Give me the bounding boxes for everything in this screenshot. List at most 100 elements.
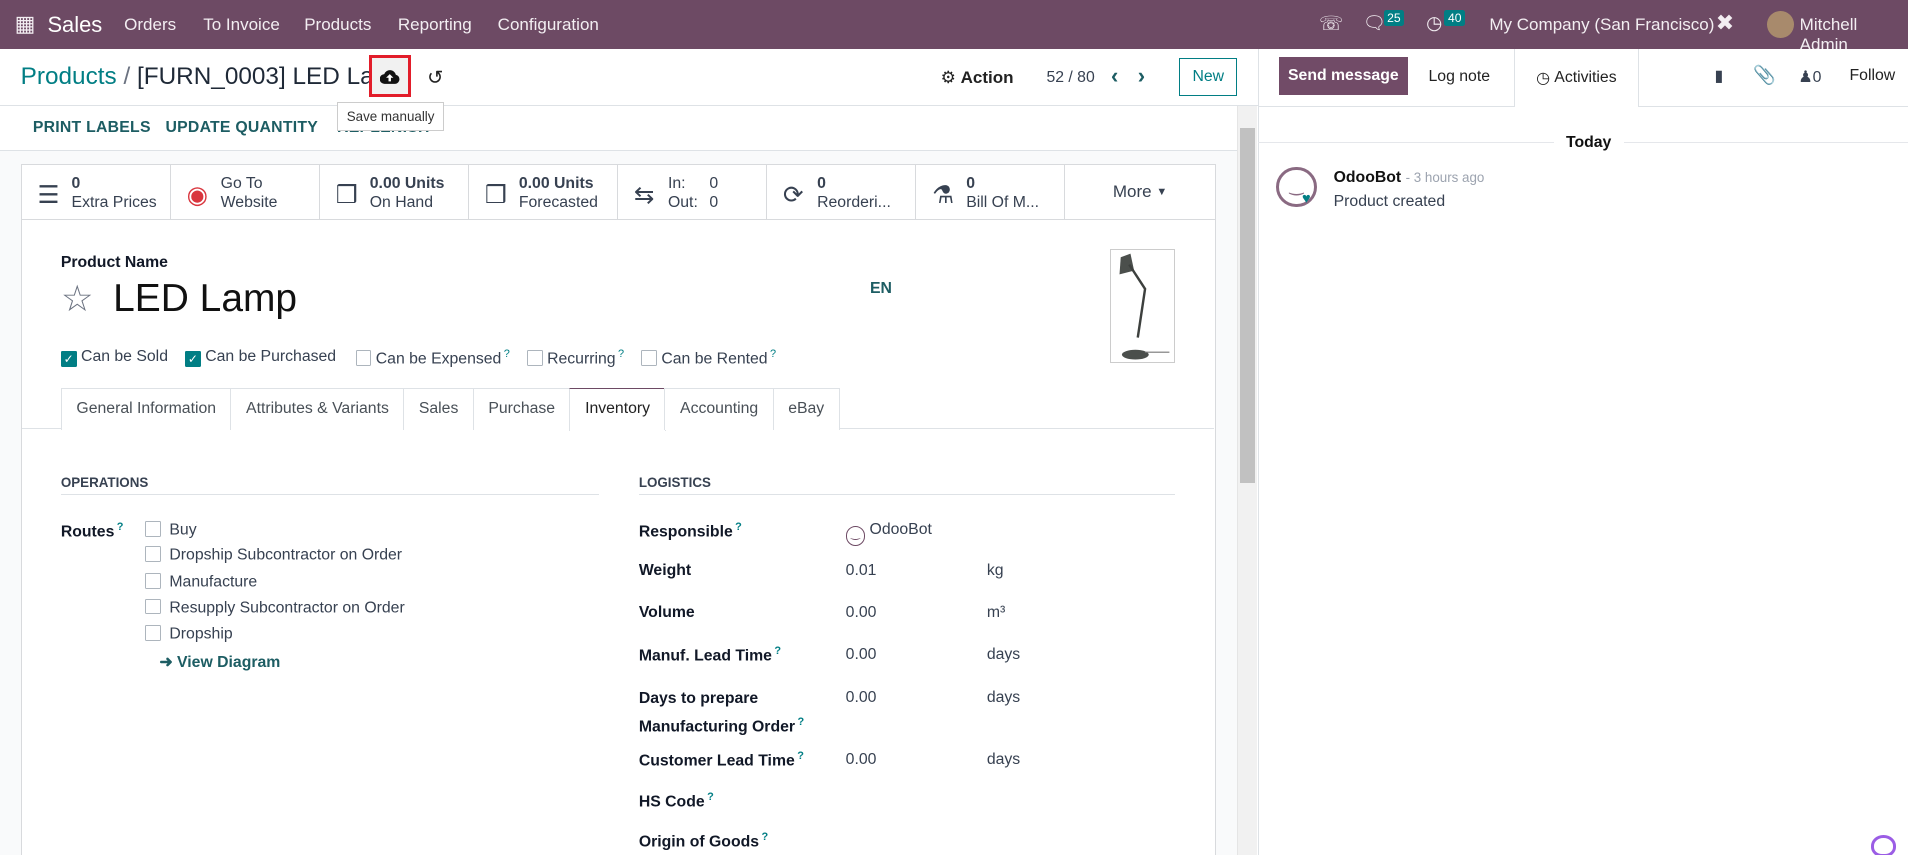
help-icon[interactable]: ? [761, 831, 768, 843]
help-icon[interactable]: ? [770, 348, 776, 360]
forecasted-button[interactable]: ❒ 0.00 Units Forecasted [469, 165, 619, 220]
message-author[interactable]: OdooBot [1334, 169, 1402, 186]
out-value: 0 [709, 194, 719, 212]
in-out-button[interactable]: ⇆ In: 0 Out: 0 [618, 165, 768, 220]
save-button[interactable] [368, 54, 412, 98]
send-message-button[interactable]: Send message [1278, 57, 1408, 95]
checkbox[interactable] [526, 349, 543, 366]
weight-label: Weight [638, 562, 692, 580]
pager-next-icon[interactable]: › [1138, 63, 1145, 89]
tab-ebay[interactable]: eBay [772, 388, 840, 430]
label-text: HS Code [638, 793, 705, 811]
followers-button[interactable]: ♟0 [1798, 67, 1821, 87]
reordering-button[interactable]: ⟳ 0 Reorderi... [767, 165, 917, 220]
help-icon[interactable]: ? [117, 521, 124, 533]
can-be-rented-checkbox[interactable]: Can be Rented? [641, 348, 776, 368]
checkbox[interactable] [144, 625, 161, 642]
follow-button[interactable]: Follow [1850, 67, 1896, 85]
pager-value[interactable]: 52 / 80 [1046, 69, 1094, 87]
can-be-purchased-checkbox[interactable]: ✓ Can be Purchased [185, 348, 336, 368]
checkbox[interactable] [144, 598, 161, 615]
chat-icon[interactable]: 🗨 [1363, 12, 1386, 34]
label: Reorderi... [817, 194, 891, 212]
action-menu[interactable]: ⚙ Action [941, 68, 1014, 88]
label-line-1: Days to prepare [638, 690, 759, 708]
route-buy[interactable]: Buy [144, 520, 197, 539]
help-icon[interactable]: ? [797, 750, 804, 762]
product-image[interactable] [1109, 249, 1176, 363]
volume-input[interactable]: 0.00 [846, 604, 877, 622]
recurring-checkbox[interactable]: Recurring? [526, 348, 624, 368]
route-manufacture[interactable]: Manufacture [144, 573, 257, 591]
menu-products[interactable]: Products [304, 15, 371, 35]
responsible-field[interactable]: ‿ OdooBot [845, 521, 932, 546]
checkbox[interactable] [144, 546, 161, 563]
tab-purchase[interactable]: Purchase [472, 388, 571, 430]
update-quantity-button[interactable]: UPDATE QUANTITY [165, 119, 318, 137]
apps-menu-icon[interactable]: ▦ [15, 11, 36, 37]
checkbox[interactable] [144, 520, 161, 537]
checkbox-checked[interactable]: ✓ [60, 351, 77, 368]
tab-general-information[interactable]: General Information [60, 388, 232, 430]
discard-icon[interactable]: ↺ [427, 66, 443, 90]
activities-button[interactable]: ◷ Activities [1513, 48, 1640, 108]
tab-inventory[interactable]: Inventory [569, 388, 666, 431]
can-be-sold-checkbox[interactable]: ✓ Can be Sold [60, 348, 168, 368]
route-resupply-subcontractor[interactable]: Resupply Subcontractor on Order [144, 598, 405, 617]
language-button[interactable]: EN [870, 280, 892, 298]
avatar[interactable] [1766, 10, 1794, 38]
menu-reporting[interactable]: Reporting [398, 15, 472, 35]
extra-prices-button[interactable]: ☰ 0 Extra Prices [22, 165, 171, 220]
tab-attributes-variants[interactable]: Attributes & Variants [230, 388, 405, 430]
pager-prev-icon[interactable]: ‹ [1111, 63, 1118, 89]
breadcrumb-products[interactable]: Products [21, 63, 117, 90]
help-icon[interactable]: ? [618, 348, 624, 360]
print-labels-button[interactable]: PRINT LABELS [33, 119, 151, 137]
help-icon[interactable]: ? [707, 791, 714, 803]
product-name-input[interactable]: LED Lamp [113, 277, 297, 321]
menu-to-invoice[interactable]: To Invoice [203, 15, 280, 35]
clock-icon[interactable]: ◷ [1426, 12, 1442, 34]
company-switcher[interactable]: My Company (San Francisco) [1489, 15, 1714, 35]
more-button[interactable]: More ▼ [1065, 165, 1214, 219]
book-icon[interactable]: ▮ [1714, 66, 1723, 86]
checkbox[interactable] [144, 573, 161, 589]
favorite-star-icon[interactable]: ☆ [61, 277, 94, 320]
go-to-website-button[interactable]: ◉ Go To Website [171, 165, 320, 220]
value: 0 [966, 175, 975, 192]
checkbox[interactable] [355, 349, 372, 366]
checkbox[interactable] [641, 349, 657, 366]
assistant-bubble-icon[interactable] [1871, 834, 1896, 855]
help-icon[interactable]: ? [735, 521, 742, 533]
days-to-prepare-input[interactable]: 0.00 [846, 689, 877, 707]
log-note-button[interactable]: Log note [1429, 68, 1491, 86]
app-name[interactable]: Sales [47, 12, 102, 38]
exchange-icon: ⇆ [633, 181, 655, 209]
help-icon[interactable]: ? [774, 645, 781, 657]
route-dropship[interactable]: Dropship [144, 625, 233, 643]
route-dropship-subcontractor[interactable]: Dropship Subcontractor on Order [144, 546, 402, 564]
label-top: Go To [220, 175, 263, 192]
tab-sales[interactable]: Sales [403, 388, 474, 430]
cloud-upload-icon [380, 69, 400, 84]
scrollbar-thumb[interactable] [1239, 127, 1255, 484]
can-be-expensed-checkbox[interactable]: Can be Expensed? [355, 348, 510, 368]
more-label: More [1112, 182, 1152, 202]
phone-icon[interactable]: ☏ [1319, 12, 1343, 36]
paperclip-icon[interactable]: 📎 [1753, 64, 1776, 86]
view-diagram-link[interactable]: ➜ View Diagram [159, 652, 280, 672]
checkbox-checked[interactable]: ✓ [185, 351, 201, 368]
customer-lead-time-input[interactable]: 0.00 [846, 751, 877, 769]
weight-input[interactable]: 0.01 [846, 562, 877, 580]
menu-configuration[interactable]: Configuration [498, 15, 599, 35]
manuf-lead-time-input[interactable]: 0.00 [846, 646, 877, 664]
help-icon[interactable]: ? [797, 716, 804, 728]
bill-of-materials-button[interactable]: ⚗ 0 Bill Of M... [916, 165, 1066, 220]
on-hand-button[interactable]: ❒ 0.00 Units On Hand [320, 165, 469, 220]
help-icon[interactable]: ? [504, 348, 510, 360]
tab-accounting[interactable]: Accounting [664, 388, 774, 430]
new-button[interactable]: New [1179, 58, 1238, 97]
tools-icon[interactable]: ✖ [1716, 10, 1734, 36]
product-name-label: Product Name [60, 254, 168, 272]
menu-orders[interactable]: Orders [124, 15, 176, 35]
